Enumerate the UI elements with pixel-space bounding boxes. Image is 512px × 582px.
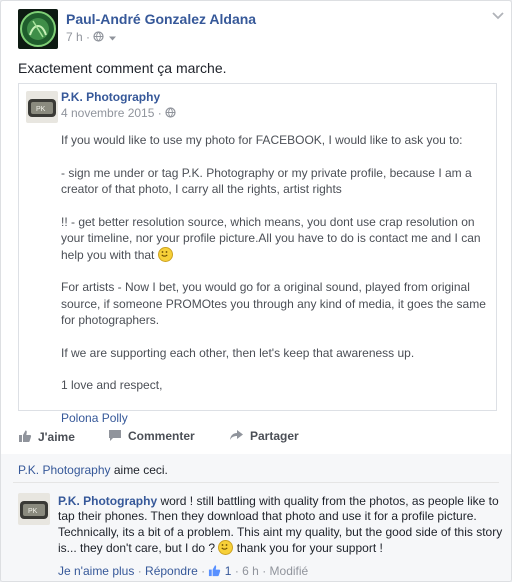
shared-paragraph: - sign me under or tag P.K. Photography … (61, 165, 472, 197)
shared-author-avatar[interactable]: PK (26, 91, 58, 123)
comment-label: Commenter (128, 429, 195, 444)
meta-separator: · (86, 30, 94, 44)
comment-text-end: thank you for your support ! (233, 541, 383, 556)
svg-text:PK: PK (28, 508, 38, 515)
comment-button[interactable]: Commenter (108, 429, 195, 445)
post-meta: 7 h · (66, 30, 117, 45)
post-author-name[interactable]: Paul-André Gonzalez Aldana (66, 11, 256, 27)
share-label: Partager (250, 429, 299, 443)
comment-time[interactable]: 6 h (242, 564, 259, 578)
unlike-link[interactable]: Je n'aime plus (58, 564, 134, 578)
shared-paragraph: !! - get better resolution source, which… (61, 214, 486, 264)
meta-separator: · (137, 564, 146, 579)
author-avatar[interactable] (18, 9, 58, 49)
share-button[interactable]: Partager (229, 429, 299, 444)
comment-like-count[interactable]: 1 (225, 564, 232, 578)
post-card: Paul-André Gonzalez Aldana 7 h · Exactem… (0, 0, 512, 582)
shared-paragraph: If we are supporting each other, then le… (61, 345, 415, 360)
liker-link[interactable]: P.K. Photography (18, 463, 111, 477)
shared-paragraph: If you would like to use my photo for FA… (61, 133, 463, 147)
shared-paragraph: 1 love and respect, (61, 378, 163, 392)
audience-chevron-icon[interactable] (108, 31, 117, 45)
meta-separator: · (201, 564, 209, 579)
meta-separator: · (262, 564, 270, 579)
reply-link[interactable]: Répondre (145, 564, 198, 578)
like-button[interactable]: J'aime (18, 429, 75, 446)
comment-icon (108, 429, 122, 445)
shared-date[interactable]: 4 novembre 2015 (61, 106, 154, 120)
globe-icon[interactable] (93, 31, 104, 45)
svg-text:PK: PK (36, 106, 46, 113)
likes-divider (13, 482, 499, 483)
shared-author-name[interactable]: P.K. Photography (61, 90, 160, 104)
commenter-avatar[interactable]: PK (18, 493, 50, 525)
post-actions-bar: J'aime Commenter Partager (1, 422, 511, 452)
chevron-down-icon[interactable] (490, 9, 506, 21)
like-icon (18, 429, 32, 446)
comment-author[interactable]: P.K. Photography (58, 494, 157, 508)
post-time[interactable]: 7 h (66, 30, 83, 44)
comment-body: P.K. Photography word ! still battling w… (58, 494, 503, 557)
globe-icon[interactable] (165, 107, 176, 121)
like-label: J'aime (38, 429, 75, 444)
comment-edited[interactable]: Modifié (270, 564, 309, 578)
smiley-icon (218, 540, 234, 556)
likes-suffix: aime ceci. (110, 463, 168, 477)
shared-post-body: If you would like to use my photo for FA… (61, 132, 486, 426)
shared-post[interactable]: PK P.K. Photography 4 novembre 2015 · If… (18, 83, 497, 425)
meta-separator: · (157, 106, 166, 120)
smiley-icon (157, 246, 173, 262)
shared-paragraph-text: !! - get better resolution source, which… (61, 214, 481, 262)
shared-paragraph: For artists - Now I bet, you would go fo… (61, 280, 486, 327)
comment-meta: Je n'aime plus · Répondre · 1 · 6 h · Mo… (58, 564, 308, 580)
likes-summary: P.K. Photography aime ceci. (18, 463, 168, 477)
post-status-text: Exactement comment ça marche. (18, 60, 227, 76)
share-icon (229, 429, 244, 444)
shared-meta: 4 novembre 2015 · (61, 106, 176, 121)
thumbs-up-icon[interactable] (208, 564, 221, 580)
